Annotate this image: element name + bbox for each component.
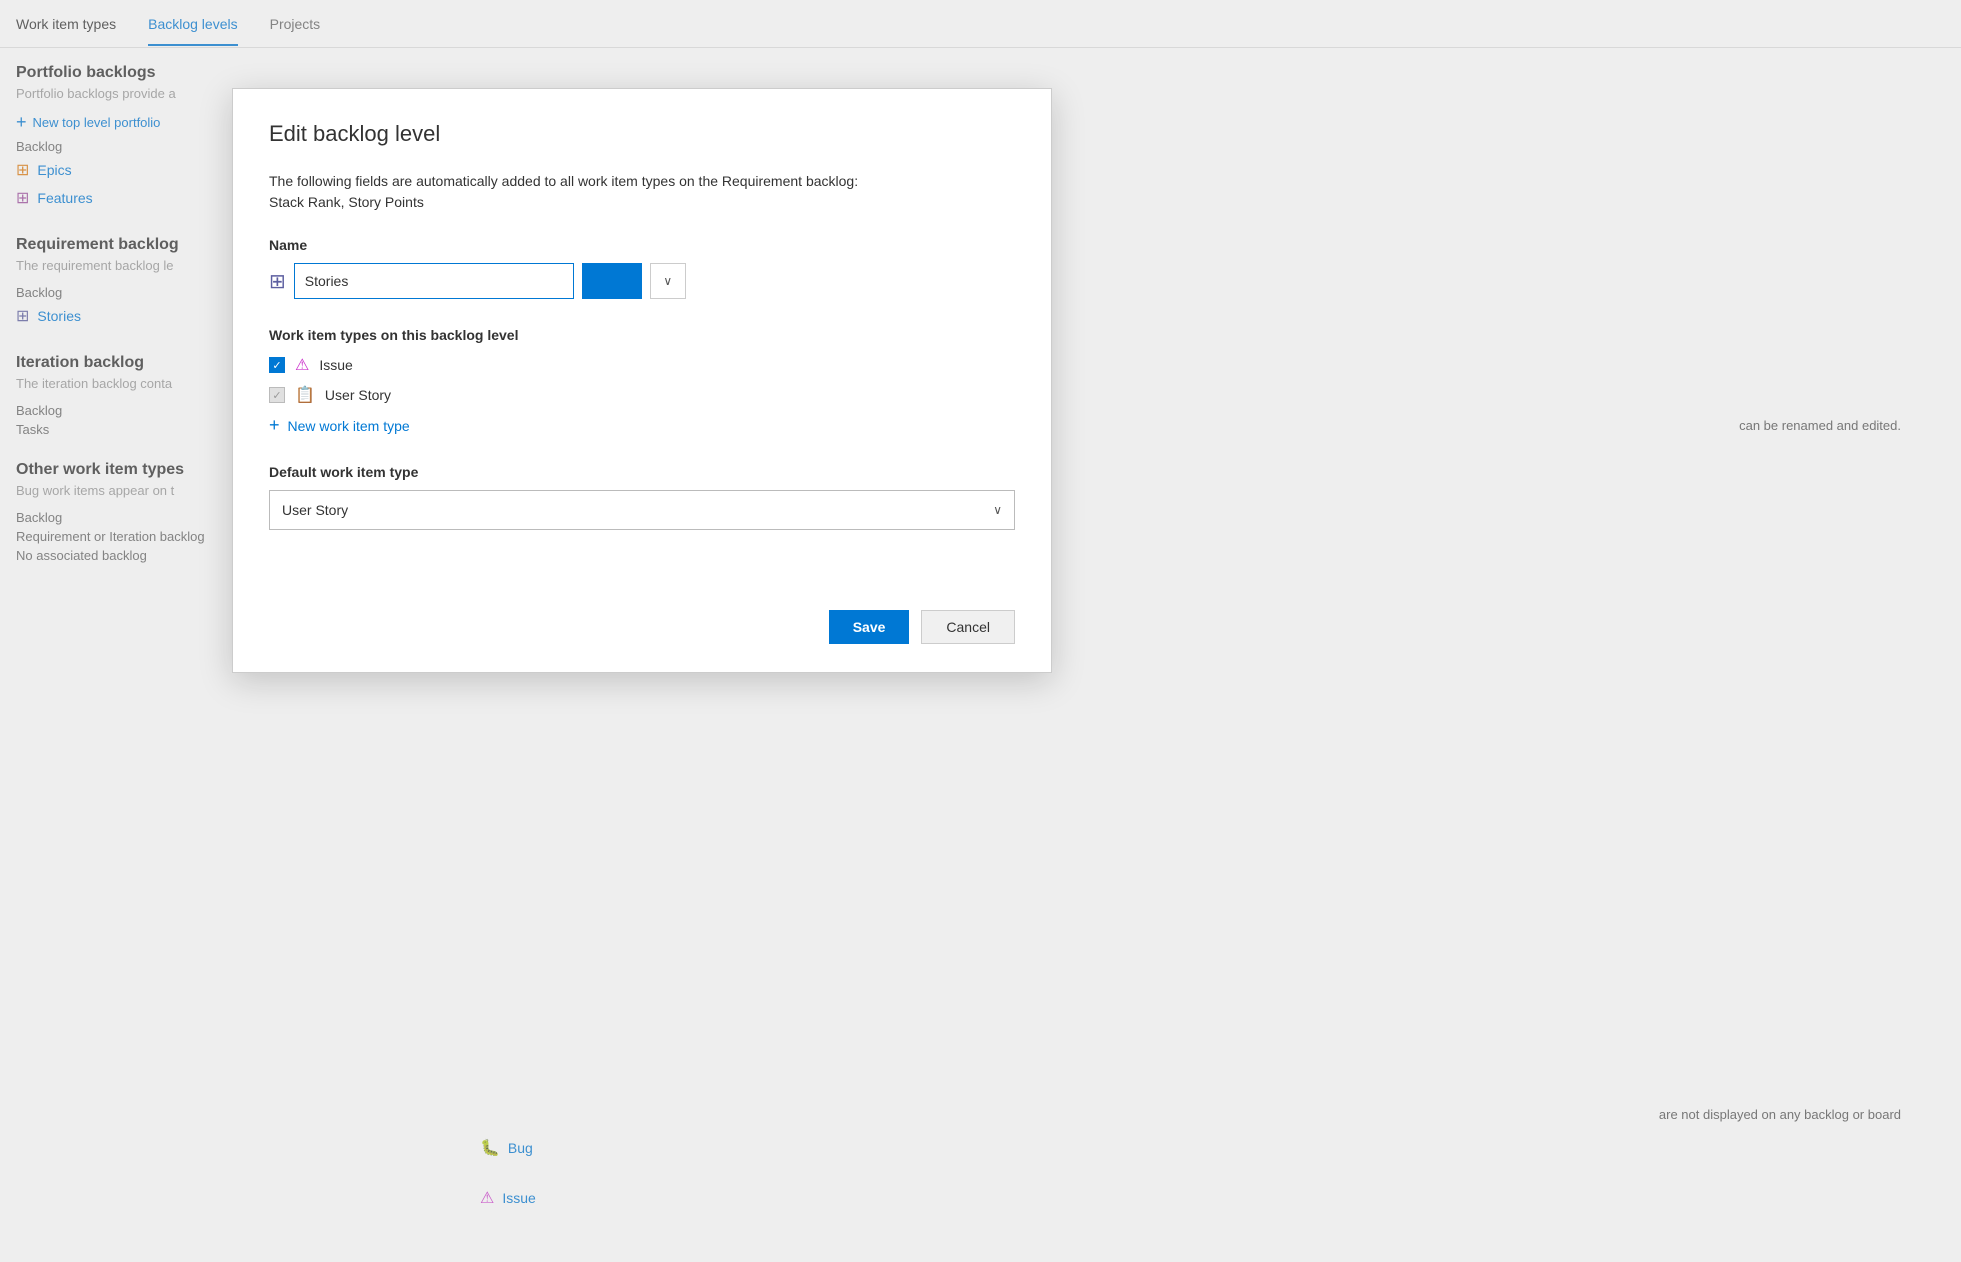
user-story-wit-name: User Story — [325, 387, 391, 403]
dialog-info-line1: The following fields are automatically a… — [269, 173, 858, 189]
add-wit-label: New work item type — [288, 418, 410, 434]
user-story-checkbox[interactable] — [269, 387, 285, 403]
issue-wit-name: Issue — [319, 357, 352, 373]
issue-checkbox[interactable] — [269, 357, 285, 373]
default-wit-value: User Story — [282, 502, 348, 518]
wit-section-label: Work item types on this backlog level — [269, 327, 1015, 343]
save-button[interactable]: Save — [829, 610, 910, 644]
color-chevron-button[interactable]: ∨ — [650, 263, 686, 299]
dialog-title: Edit backlog level — [269, 121, 1015, 147]
color-picker-button[interactable] — [582, 263, 642, 299]
name-input[interactable] — [294, 263, 574, 299]
dialog-info-line2: Stack Rank, Story Points — [269, 194, 424, 210]
edit-backlog-dialog: Edit backlog level The following fields … — [232, 88, 1052, 673]
add-wit-plus-icon: + — [269, 415, 280, 436]
select-chevron-icon: ∨ — [993, 503, 1002, 517]
dialog-info: The following fields are automatically a… — [269, 171, 1015, 213]
grid-icon: ⊞ — [269, 269, 286, 294]
name-row: ⊞ ∨ — [269, 263, 1015, 299]
wit-item-user-story: 📋 User Story — [269, 385, 1015, 405]
default-wit-select[interactable]: User Story ∨ — [269, 490, 1015, 530]
name-label: Name — [269, 237, 1015, 253]
chevron-down-icon: ∨ — [663, 274, 672, 288]
add-wit-link[interactable]: + New work item type — [269, 415, 1015, 436]
wit-item-issue: ⚠ Issue — [269, 355, 1015, 375]
issue-wit-icon: ⚠ — [295, 355, 309, 375]
default-wit-label: Default work item type — [269, 464, 1015, 480]
user-story-wit-icon: 📋 — [295, 385, 315, 405]
cancel-button[interactable]: Cancel — [921, 610, 1015, 644]
dialog-actions: Save Cancel — [269, 610, 1015, 644]
